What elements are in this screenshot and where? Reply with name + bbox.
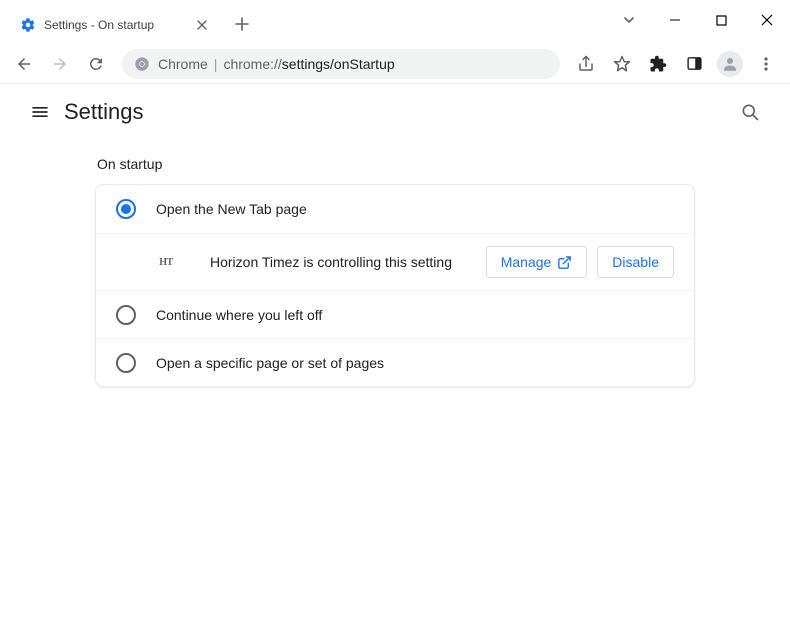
browser-tab[interactable]: Settings - On startup	[10, 8, 220, 42]
browser-toolbar: Chrome | chrome://settings/onStartup	[0, 44, 790, 84]
close-window-button[interactable]	[744, 4, 790, 36]
extensions-icon[interactable]	[642, 48, 674, 80]
option-new-tab[interactable]: Open the New Tab page	[96, 185, 694, 233]
minimize-button[interactable]	[652, 4, 698, 36]
option-label: Open a specific page or set of pages	[156, 355, 674, 371]
sidepanel-icon[interactable]	[678, 48, 710, 80]
radio-continue[interactable]	[116, 305, 136, 325]
kebab-menu-icon[interactable]	[750, 48, 782, 80]
tab-title: Settings - On startup	[44, 18, 186, 32]
profile-button[interactable]	[714, 48, 746, 80]
settings-page: Settings On startup Open the New Tab pag…	[0, 84, 790, 619]
omnibox-text: Chrome | chrome://settings/onStartup	[158, 56, 395, 72]
avatar-icon	[717, 51, 743, 77]
disable-button[interactable]: Disable	[597, 246, 674, 278]
url-separator: |	[214, 56, 218, 72]
url-host: chrome://	[223, 56, 281, 72]
address-bar[interactable]: Chrome | chrome://settings/onStartup	[122, 49, 560, 79]
reload-button[interactable]	[80, 48, 112, 80]
startup-card: Open the New Tab page HT Horizon Timez i…	[95, 184, 695, 387]
settings-body: On startup Open the New Tab page HT Hori…	[0, 140, 790, 403]
bookmark-icon[interactable]	[606, 48, 638, 80]
url-scheme-label: Chrome	[158, 56, 208, 72]
new-tab-button[interactable]	[228, 10, 256, 38]
extension-message: Horizon Timez is controlling this settin…	[210, 254, 466, 270]
page-title: Settings	[64, 99, 144, 125]
manage-button[interactable]: Manage	[486, 246, 588, 278]
back-button[interactable]	[8, 48, 40, 80]
extension-actions: Manage Disable	[486, 246, 674, 278]
radio-new-tab[interactable]	[116, 199, 136, 219]
forward-button[interactable]	[44, 48, 76, 80]
share-icon[interactable]	[570, 48, 602, 80]
external-link-icon	[557, 255, 572, 270]
option-label: Open the New Tab page	[156, 201, 674, 217]
disable-label: Disable	[612, 254, 659, 270]
option-continue[interactable]: Continue where you left off	[96, 290, 694, 338]
option-label: Continue where you left off	[156, 307, 674, 323]
search-icon[interactable]	[730, 92, 770, 132]
extension-icon: HT	[156, 252, 176, 272]
url-path: settings/onStartup	[282, 56, 395, 72]
extension-notice: HT Horizon Timez is controlling this set…	[96, 233, 694, 290]
close-tab-icon[interactable]	[194, 17, 210, 33]
chevron-down-icon[interactable]	[606, 4, 652, 36]
maximize-button[interactable]	[698, 4, 744, 36]
manage-label: Manage	[501, 254, 552, 270]
option-specific[interactable]: Open a specific page or set of pages	[96, 338, 694, 386]
titlebar: Settings - On startup	[0, 0, 790, 44]
gear-icon	[20, 17, 36, 33]
section-title: On startup	[95, 156, 695, 172]
chrome-icon	[134, 56, 150, 72]
radio-specific[interactable]	[116, 353, 136, 373]
settings-header: Settings	[0, 84, 790, 140]
window-controls	[606, 0, 790, 40]
hamburger-menu-icon[interactable]	[20, 92, 60, 132]
